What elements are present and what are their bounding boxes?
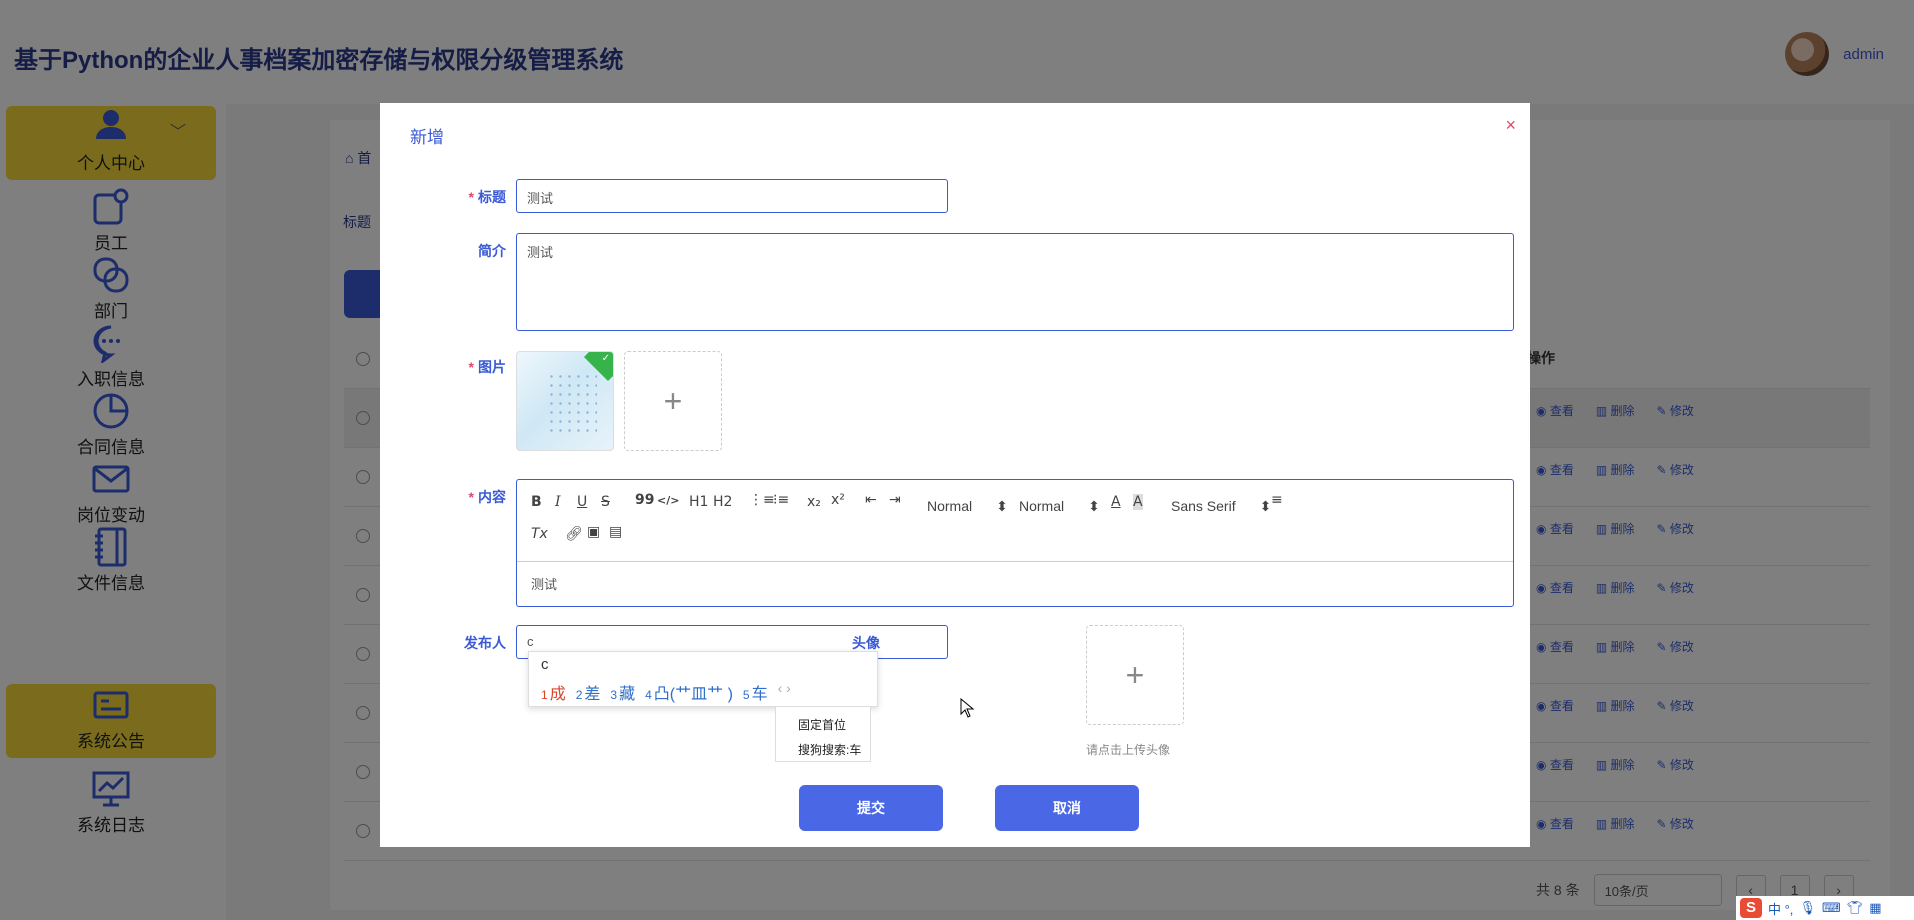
ime-candidates: 1成 2差 3藏 4 凸(艹皿艹 ) 5车 ‹ › [541, 680, 791, 704]
chevron-updown-icon: ⬍ [996, 498, 1008, 514]
image-icon[interactable]: ▣ [587, 524, 600, 540]
blockquote-button[interactable]: 99 [635, 492, 654, 508]
outdent-icon[interactable]: ⇤ [865, 492, 877, 508]
rich-text-editor: B I U S 99 </> H1 H2 ⋮≡ ⁝≡ x₂ x² ⇤ ⇥ Nor… [516, 479, 1514, 607]
intro-textarea[interactable]: 测试 [516, 233, 1514, 331]
ime-composition: c [541, 656, 549, 673]
italic-button[interactable]: I [555, 494, 561, 510]
chevron-updown-icon: ⬍ [1259, 498, 1272, 514]
strike-button[interactable]: S [601, 494, 610, 510]
clean-format-button[interactable]: Tx [531, 526, 548, 542]
align-icon[interactable]: ≡ [1271, 492, 1283, 508]
sogou-logo-icon: S [1740, 898, 1762, 918]
header-select[interactable]: Normal ⬍ [1019, 498, 1100, 515]
video-icon[interactable]: ▤ [609, 524, 622, 540]
ime-page-arrows[interactable]: ‹ › [778, 680, 791, 704]
ime-candidate[interactable]: 3藏 [610, 680, 635, 704]
text-color-icon[interactable]: A [1111, 494, 1121, 510]
ordered-list-icon[interactable]: ⋮≡ [749, 492, 775, 508]
h1-button[interactable]: H1 [689, 494, 708, 510]
ime-candidate[interactable]: 2差 [576, 680, 601, 704]
ime-candidate[interactable]: 1成 [541, 680, 566, 704]
h2-button[interactable]: H2 [713, 494, 732, 510]
editor-content[interactable]: 测试 [531, 574, 557, 593]
superscript-button[interactable]: x² [831, 492, 845, 508]
title-input[interactable]: 测试 [516, 179, 948, 213]
publisher-label: 发布人 [464, 635, 506, 651]
cancel-button[interactable]: 取消 [995, 785, 1139, 831]
ime-candidate[interactable]: 5车 [743, 680, 768, 704]
chevron-updown-icon: ⬍ [1088, 498, 1100, 514]
indent-icon[interactable]: ⇥ [889, 492, 901, 508]
ime-menu-item[interactable]: 固定首位 [798, 713, 870, 738]
add-dialog: 新增 × * 标题 测试 简介 测试 * 图片 ✓ + * 内容 B I U S 99… [380, 103, 1530, 847]
ime-menu-item[interactable]: 搜狗搜索:车 [798, 738, 870, 763]
underline-button[interactable]: U [577, 494, 587, 510]
font-select[interactable]: Sans Serif ⬍ [1171, 498, 1271, 515]
link-icon[interactable]: 🔗︎ [565, 526, 583, 542]
bullet-list-icon[interactable]: ⁝≡ [773, 492, 789, 508]
background-color-icon[interactable]: A [1133, 494, 1143, 510]
image-upload-button[interactable]: + [624, 351, 722, 451]
close-icon[interactable]: × [1505, 115, 1516, 136]
intro-label: 简介 [478, 243, 506, 259]
mouse-cursor-icon [960, 698, 974, 718]
avatar-upload-hint: 请点击上传头像 [1086, 743, 1171, 757]
ime-context-menu: 固定首位 搜狗搜索:车 [775, 706, 871, 762]
image-label: * 图片 [468, 359, 506, 375]
title-label: * 标题 [468, 189, 506, 205]
ime-candidate[interactable]: 4 凸(艹皿艹 ) [645, 680, 733, 704]
grid-icon[interactable]: ▦ [1869, 900, 1881, 916]
code-block-button[interactable]: </> [657, 494, 679, 507]
dialog-title: 新增 [410, 128, 444, 147]
plus-icon: + [663, 382, 683, 419]
skin-icon[interactable]: 👕︎ [1847, 900, 1864, 916]
avatar-label: 头像 [852, 635, 880, 651]
ime-mode-text: 中 °, [1768, 901, 1794, 917]
keyboard-icon[interactable]: ⌨ [1822, 900, 1841, 916]
size-select[interactable]: Normal ⬍ [927, 498, 1008, 515]
check-icon: ✓ [601, 353, 610, 364]
uploaded-image-thumbnail[interactable]: ✓ [516, 351, 614, 451]
ime-candidate-window: c 1成 2差 3藏 4 凸(艹皿艹 ) 5车 ‹ › [528, 651, 878, 707]
plus-icon: + [1125, 656, 1145, 693]
subscript-button[interactable]: x₂ [807, 494, 821, 510]
ime-status-bar[interactable]: S 中 °, 🎙︎ ⌨ 👕︎ ▦ [1736, 896, 1914, 920]
editor-toolbar: B I U S 99 </> H1 H2 ⋮≡ ⁝≡ x₂ x² ⇤ ⇥ Nor… [517, 480, 1513, 562]
bold-button[interactable]: B [531, 494, 542, 510]
microphone-icon[interactable]: 🎙︎ [1799, 900, 1816, 916]
avatar-upload-button[interactable]: + [1086, 625, 1184, 725]
submit-button[interactable]: 提交 [799, 785, 943, 831]
content-label: * 内容 [468, 489, 506, 505]
